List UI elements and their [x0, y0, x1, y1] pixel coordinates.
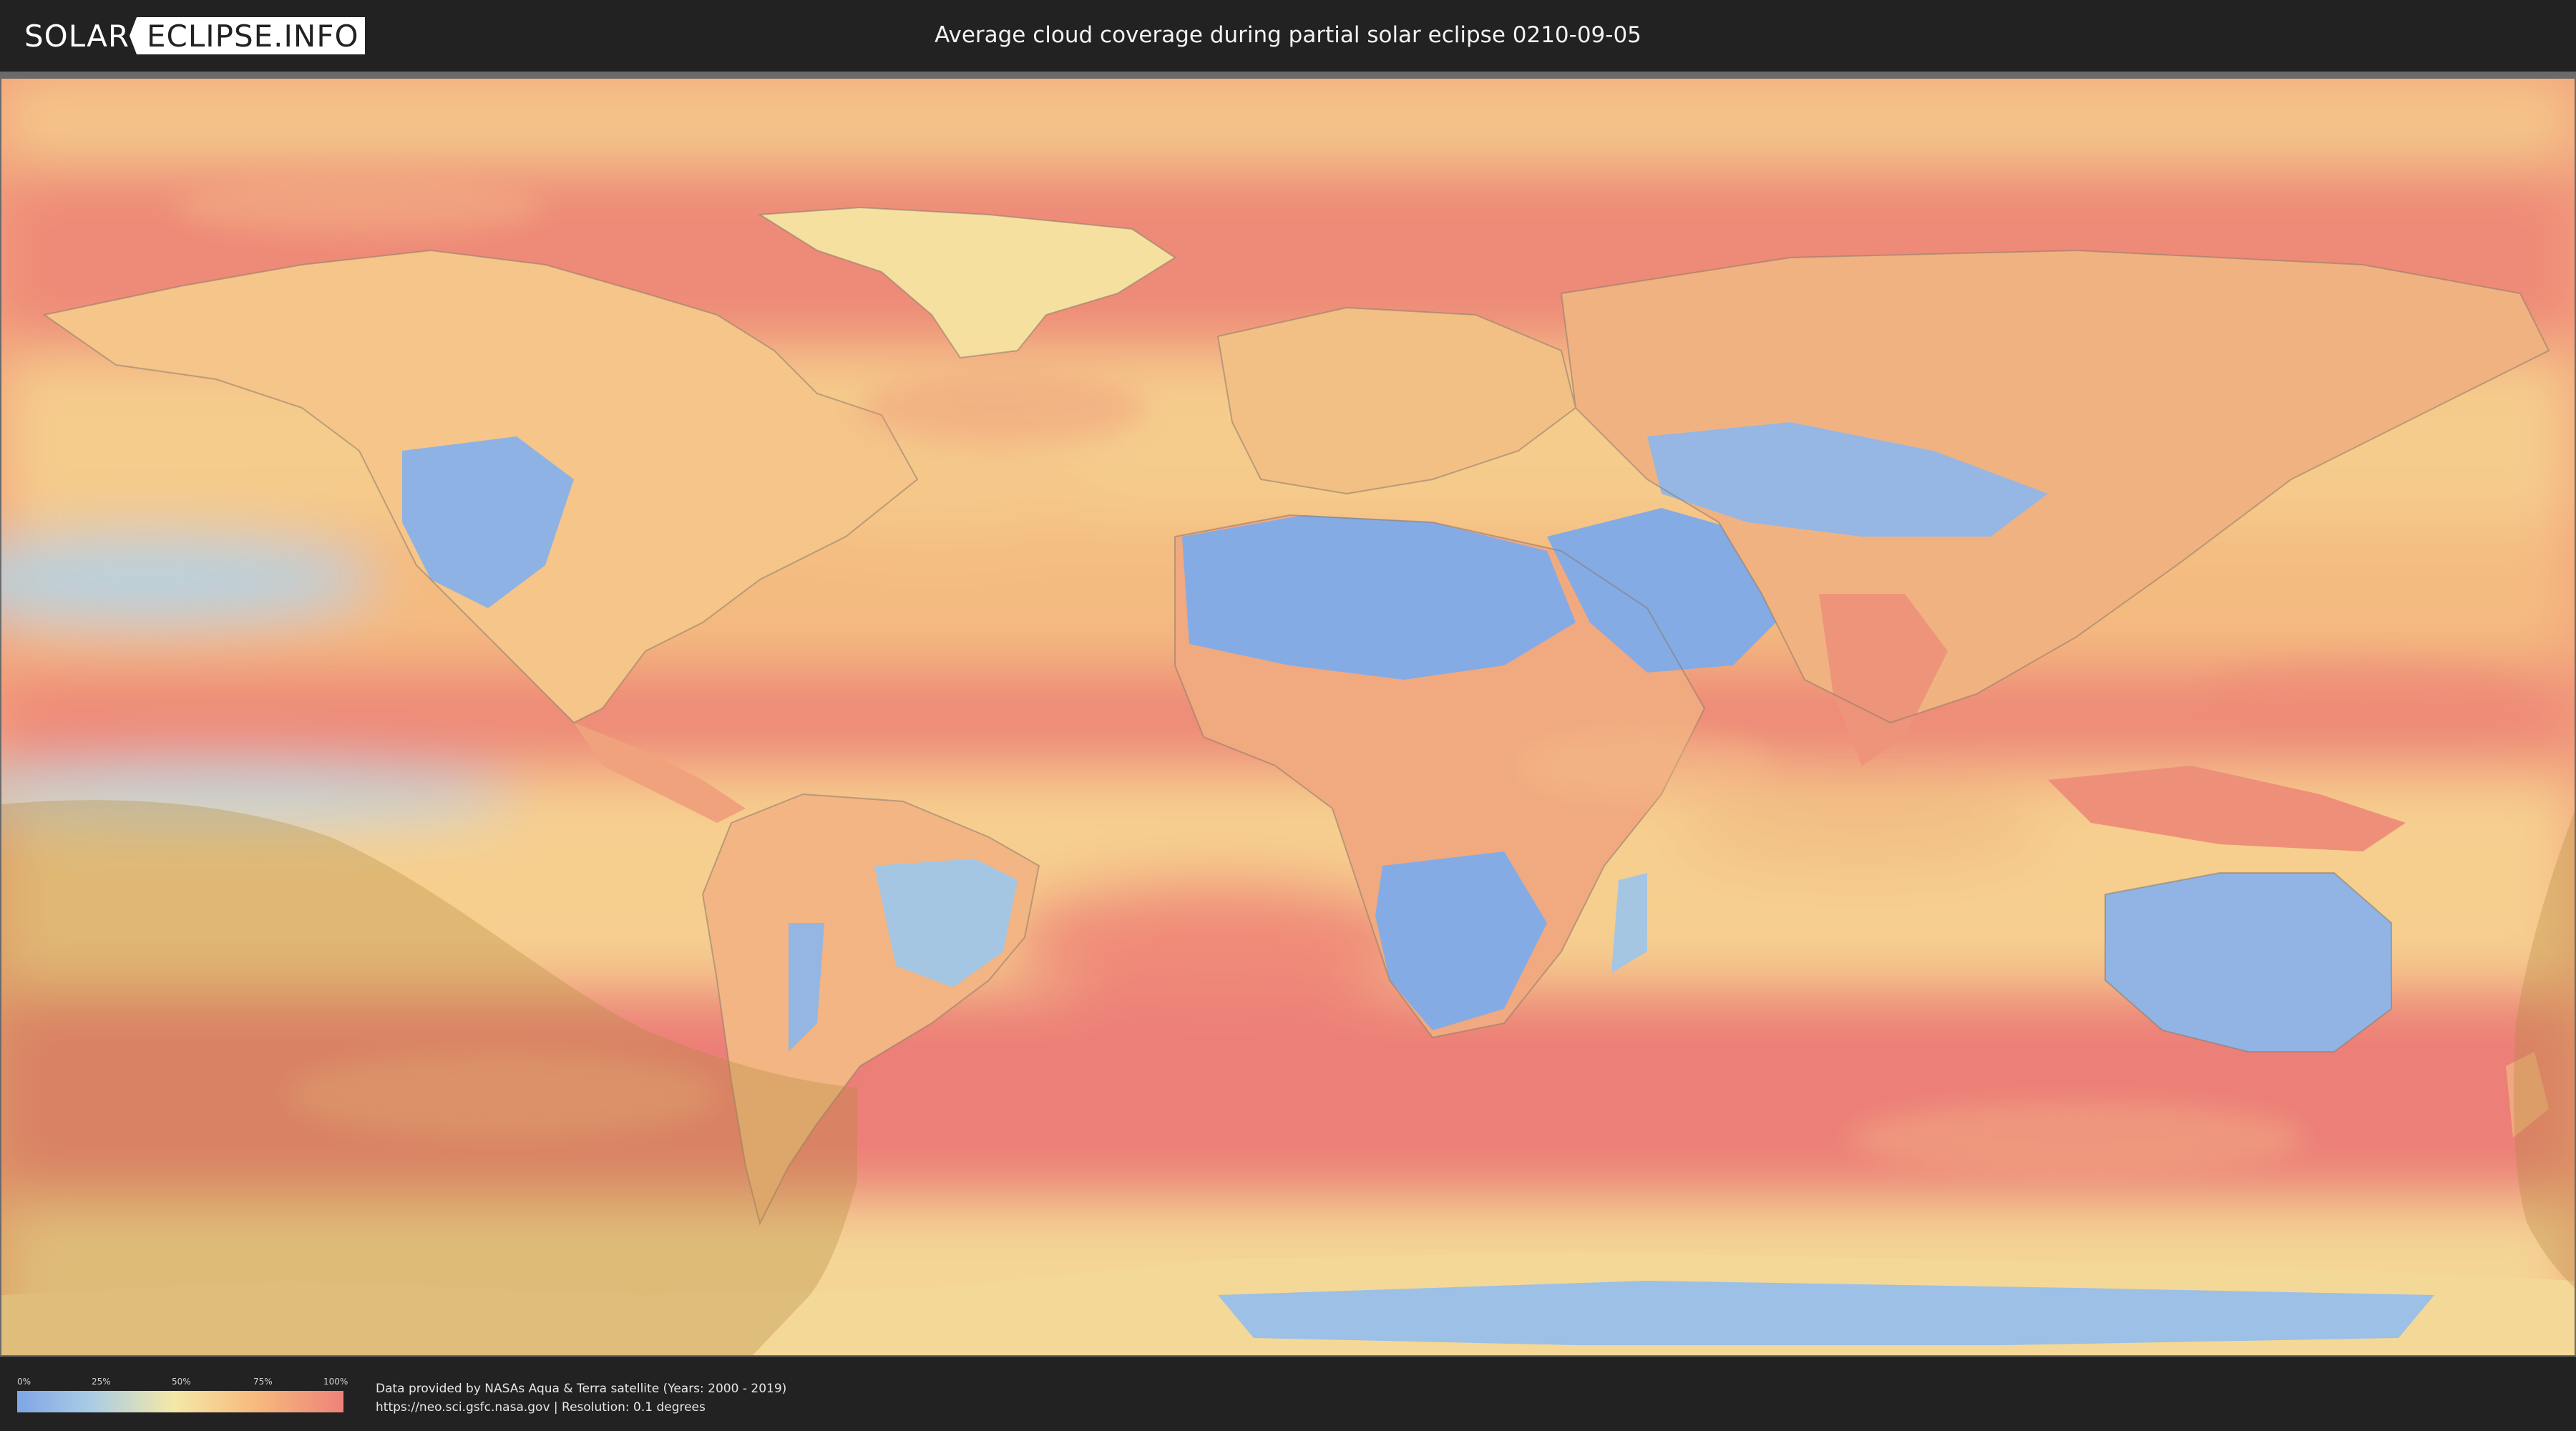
- legend-label-100: 100%: [323, 1377, 348, 1387]
- legend-labels: 0% 25% 50% 75% 100%: [17, 1377, 348, 1388]
- legend-label-50: 50%: [172, 1377, 191, 1387]
- legend-label-75: 75%: [253, 1377, 273, 1387]
- legend-label-25: 25%: [92, 1377, 111, 1387]
- credits-line-source: Data provided by NASAs Aqua & Terra sate…: [376, 1382, 787, 1396]
- legend-label-0: 0%: [17, 1377, 31, 1387]
- cloud-coverage-legend: 0% 25% 50% 75% 100%: [17, 1377, 348, 1414]
- cloud-coverage-map[interactable]: [1, 79, 2575, 1355]
- header-bar: SOLAR ECLIPSE.INFO Average cloud coverag…: [0, 0, 2576, 72]
- data-credits: Data provided by NASAs Aqua & Terra sate…: [376, 1379, 786, 1417]
- page-title: Average cloud coverage during partial so…: [935, 22, 1641, 48]
- credits-line-url[interactable]: https://neo.sci.gsfc.nasa.gov | Resoluti…: [376, 1398, 786, 1417]
- world-map-svg: [1, 79, 2575, 1355]
- legend-gradient-bar: [17, 1391, 343, 1412]
